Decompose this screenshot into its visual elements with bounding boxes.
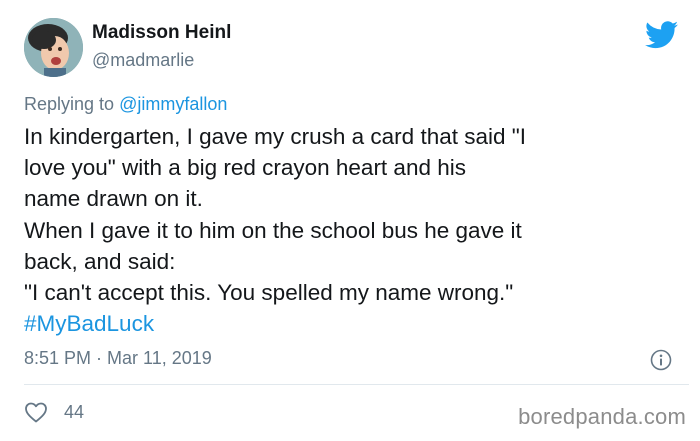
- boredpanda-watermark: boredpanda.com: [518, 404, 686, 429]
- tweet-text: In kindergarten, I gave my crush a card …: [24, 121, 689, 339]
- tweet-timestamp[interactable]: 8:51 PM · Mar 11, 2019: [24, 348, 212, 369]
- tweet-text-line: love you" with a big red crayon heart an…: [24, 155, 466, 181]
- replying-to-label: Replying to: [24, 94, 120, 114]
- info-icon[interactable]: [650, 349, 672, 371]
- like-count: 44: [64, 401, 85, 422]
- twitter-bird-icon[interactable]: [645, 21, 678, 49]
- like-action[interactable]: 44: [24, 400, 84, 424]
- tweet-text-line: In kindergarten, I gave my crush a card …: [24, 124, 526, 149]
- author-handle[interactable]: @madmarlie: [92, 50, 194, 71]
- avatar[interactable]: [24, 18, 83, 77]
- tweet-text-line: "I can't accept this. You spelled my nam…: [24, 280, 514, 306]
- tweet-text-line: When I gave it to him on the school bus …: [24, 217, 522, 243]
- tweet-text-line: back, and said:: [24, 248, 176, 274]
- reply-mention-link[interactable]: @jimmyfallon: [119, 94, 227, 114]
- hashtag-link[interactable]: #MyBadLuck: [24, 308, 689, 339]
- divider: [24, 384, 689, 385]
- heart-icon[interactable]: [24, 401, 48, 423]
- tweet-card: Madisson Heinl @madmarlie Replying to @j…: [0, 0, 700, 441]
- replying-to: Replying to @jimmyfallon: [24, 94, 227, 115]
- author-display-name[interactable]: Madisson Heinl: [92, 22, 231, 44]
- tweet-text-line: name drawn on it.: [24, 186, 203, 212]
- avatar-image: [24, 18, 83, 77]
